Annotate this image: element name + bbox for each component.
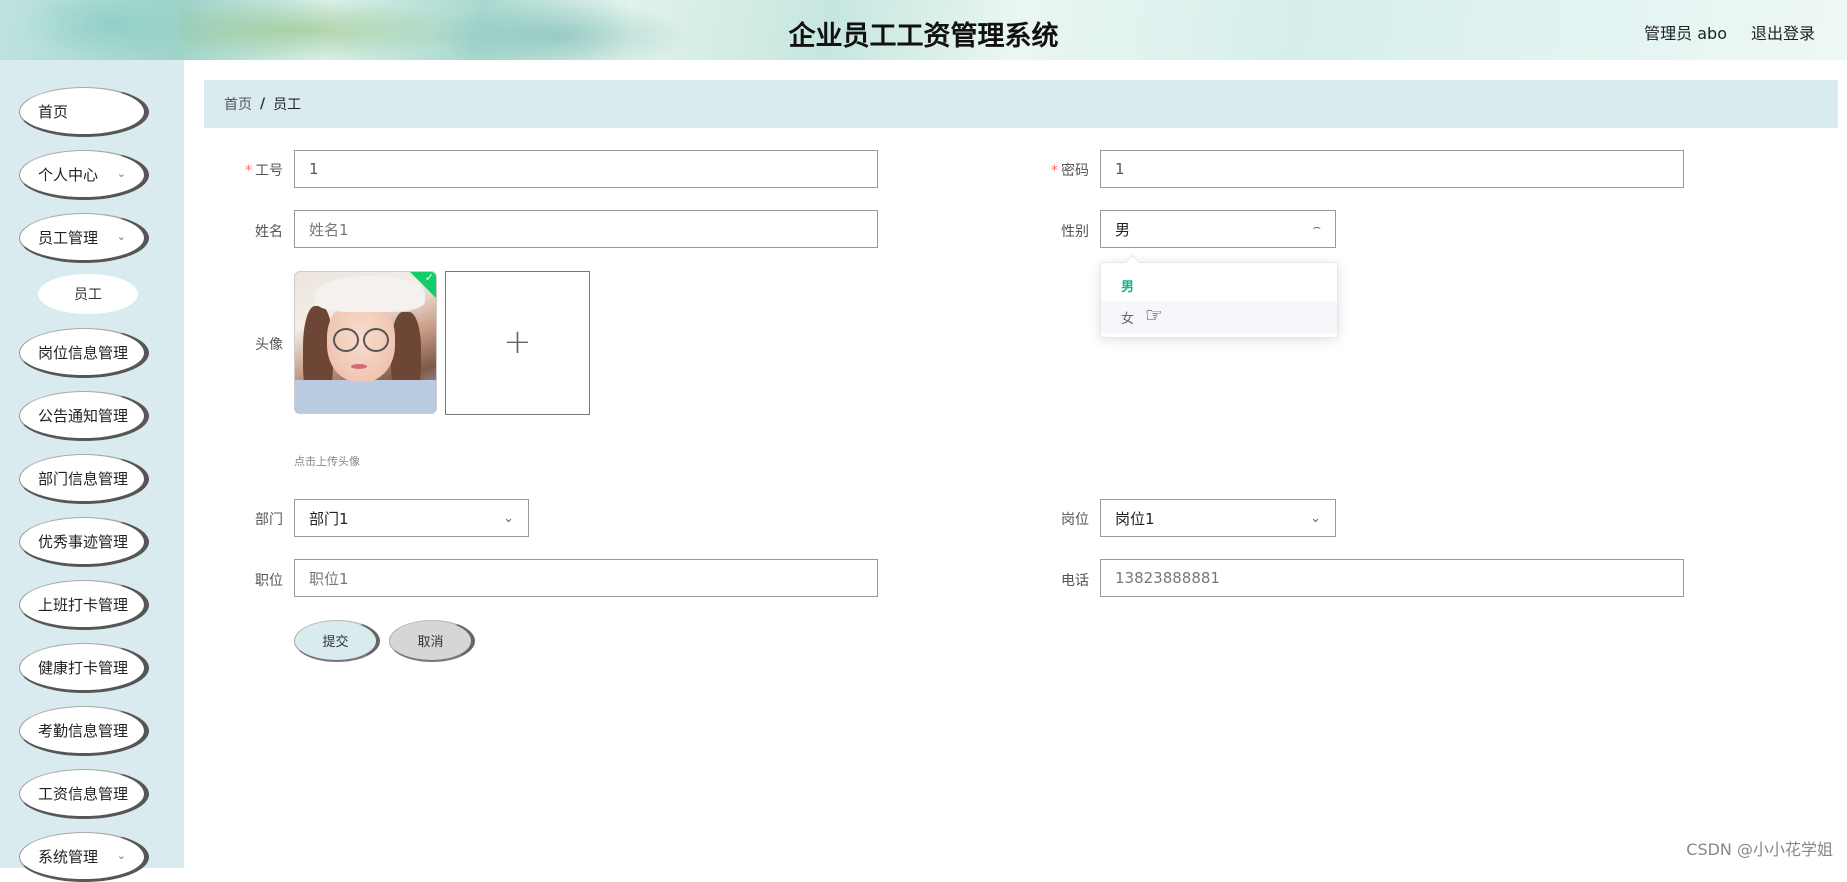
avatar-glasses	[363, 328, 389, 352]
sidebar-item-health-checkin[interactable]: 健康打卡管理	[19, 643, 149, 693]
password-label: * 密码	[1051, 163, 1089, 179]
sidebar-item-label: 考勤信息管理	[38, 721, 129, 740]
avatar-shirt	[295, 380, 436, 413]
gender-selected-value: 男	[1115, 220, 1131, 239]
hand-pointer-icon: ☞	[1145, 303, 1163, 327]
phone-label: 电话	[1061, 573, 1089, 589]
sidebar-item-label: 员工管理	[38, 228, 99, 247]
sidebar-item-label: 健康打卡管理	[38, 658, 129, 677]
chevron-down-icon: ⌄	[1310, 511, 1321, 526]
sidebar-item-label: 优秀事迹管理	[38, 532, 129, 551]
cancel-button[interactable]: 取消	[389, 620, 475, 662]
sidebar-item-post-info[interactable]: 岗位信息管理	[19, 328, 149, 378]
sidebar-item-label: 员工	[74, 287, 102, 303]
sidebar-item-label: 首页	[38, 102, 69, 121]
sidebar-item-label: 部门信息管理	[38, 469, 129, 488]
submit-button[interactable]: 提交	[294, 620, 380, 662]
current-user: 管理员 abo	[1644, 24, 1727, 43]
department-label: 部门	[255, 512, 283, 528]
employee-no-label: * 工号	[245, 163, 283, 179]
sidebar-item-work-checkin[interactable]: 上班打卡管理	[19, 580, 149, 630]
sidebar-item-label: 系统管理	[38, 847, 99, 866]
sidebar-item-personal-center[interactable]: 个人中心 ⌄	[19, 150, 149, 200]
department-select[interactable]: 部门1 ⌄	[294, 499, 529, 537]
sidebar-item-department-info[interactable]: 部门信息管理	[19, 454, 149, 504]
gender-dropdown: 男 女	[1100, 254, 1338, 338]
sidebar-item-attendance[interactable]: 考勤信息管理	[19, 706, 149, 756]
sidebar-item-salary[interactable]: 工资信息管理	[19, 769, 149, 819]
name-input[interactable]: 姓名1	[294, 210, 878, 248]
avatar-upload-button[interactable]: +	[445, 271, 590, 415]
breadcrumb-current: 员工	[273, 97, 302, 113]
top-header: 企业员工工资管理系统 管理员 abo 退出登录	[0, 0, 1847, 60]
sidebar-item-home[interactable]: 首页	[19, 87, 149, 137]
chevron-down-icon: ⌄	[503, 511, 514, 526]
employee-no-input[interactable]: 1	[294, 150, 878, 188]
sidebar-item-employee-management[interactable]: 员工管理 ⌄	[19, 213, 149, 263]
sidebar-item-excellent-deeds[interactable]: 优秀事迹管理	[19, 517, 149, 567]
check-icon: ✓	[424, 271, 434, 284]
sidebar-item-system[interactable]: 系统管理 ⌄	[19, 832, 149, 882]
gender-label: 性别	[1061, 224, 1089, 240]
chevron-down-icon: ⌄	[116, 167, 126, 180]
avatar-cap	[315, 276, 425, 312]
avatar-glasses	[333, 328, 359, 352]
app-title: 企业员工工资管理系统	[788, 21, 1059, 52]
post-select[interactable]: 岗位1 ⌄	[1100, 499, 1336, 537]
password-input[interactable]: 1	[1100, 150, 1684, 188]
required-mark: *	[245, 163, 252, 179]
avatar-image[interactable]: ✓	[294, 271, 437, 414]
plus-icon: +	[503, 322, 532, 362]
sidebar-item-notice[interactable]: 公告通知管理	[19, 391, 149, 441]
sidebar-item-label: 个人中心	[38, 165, 99, 184]
sidebar-item-label: 工资信息管理	[38, 784, 129, 803]
required-mark: *	[1051, 163, 1058, 179]
name-label: 姓名	[255, 224, 283, 240]
sidebar-item-label: 岗位信息管理	[38, 343, 129, 362]
sidebar-subitem-employee[interactable]: 员工	[38, 274, 138, 314]
gender-select[interactable]: 男 ⌢	[1100, 210, 1336, 248]
position-input[interactable]: 职位1	[294, 559, 878, 597]
dropdown-arrow	[1124, 254, 1141, 271]
breadcrumb-home[interactable]: 首页	[224, 94, 252, 114]
phone-input[interactable]: 13823888881	[1100, 559, 1684, 597]
gender-option-male[interactable]: 男	[1101, 269, 1337, 301]
sidebar: 首页 个人中心 ⌄ 员工管理 ⌄ 员工 岗位信息管理 公告通知管理 部门信息管理…	[0, 60, 184, 882]
post-label: 岗位	[1061, 512, 1089, 528]
position-label: 职位	[255, 573, 283, 589]
breadcrumb-separator: /	[260, 96, 266, 112]
avatar-lips	[351, 364, 367, 369]
avatar-label: 头像	[255, 337, 283, 353]
avatar-upload-tip: 点击上传头像	[294, 455, 360, 468]
sidebar-item-label: 上班打卡管理	[38, 595, 129, 614]
chevron-down-icon: ⌄	[116, 849, 126, 862]
watermark: CSDN @小小花学姐	[1686, 840, 1833, 859]
logout-button[interactable]: 退出登录	[1751, 20, 1815, 44]
chevron-down-icon: ⌄	[116, 230, 126, 243]
breadcrumb: 首页 / 员工	[204, 80, 1838, 128]
gender-option-female[interactable]: 女	[1101, 301, 1337, 333]
department-selected-value: 部门1	[309, 509, 349, 528]
chevron-up-icon: ⌢	[1312, 220, 1321, 235]
sidebar-item-label: 公告通知管理	[38, 406, 129, 425]
post-selected-value: 岗位1	[1115, 509, 1155, 528]
